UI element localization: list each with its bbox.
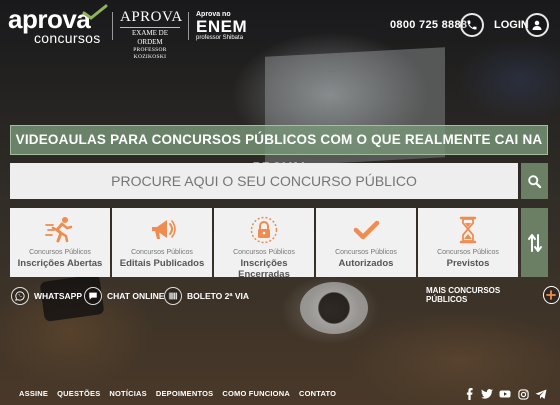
plus-icon <box>546 290 557 300</box>
aprova-exame-ordem-logo[interactable]: APROVA EXAME DE ORDEM PROFESSOR KOZIKOSK… <box>120 10 182 61</box>
card-previstos[interactable]: Concursos Públicos Previstos <box>418 208 518 277</box>
footer-link-noticias[interactable]: NOTÍCIAS <box>109 389 146 398</box>
phone-number[interactable]: 0800 725 8888 <box>390 19 467 31</box>
barcode-icon <box>168 292 178 300</box>
running-person-icon <box>45 217 73 243</box>
login-button[interactable] <box>525 13 549 37</box>
chat-online-link[interactable]: CHAT ONLINE <box>84 287 164 305</box>
boleto-link[interactable]: BOLETO 2ª VIA <box>164 287 249 305</box>
whatsapp-link[interactable]: WHATSAPP <box>11 287 82 305</box>
card-editais-publicados[interactable]: Concursos Públicos Editais Publicados <box>112 208 212 277</box>
checkmark-icon <box>353 220 380 240</box>
tagline-banner: VIDEOAULAS PARA CONCURSOS PÚBLICOS COM O… <box>10 125 548 175</box>
search-button[interactable] <box>521 163 548 199</box>
swap-vertical-icon <box>527 233 542 252</box>
social-links <box>463 388 547 400</box>
twitter-icon[interactable] <box>481 388 493 400</box>
instagram-icon[interactable] <box>517 388 529 400</box>
footer-nav-bar: ASSINE QUESTÕES NOTÍCIAS DEPOIMENTOS COM… <box>0 382 560 405</box>
footer-link-questoes[interactable]: QUESTÕES <box>57 389 100 398</box>
footer-link-assine[interactable]: ASSINE <box>19 389 48 398</box>
telegram-icon[interactable] <box>535 388 547 400</box>
more-concursos-link[interactable]: MAIS CONCURSOS PÚBLICOS <box>426 286 560 304</box>
logo-sub: concursos <box>34 30 101 46</box>
whatsapp-icon <box>15 291 25 301</box>
search-input[interactable] <box>10 163 518 199</box>
footer-link-depoimentos[interactable]: DEPOIMENTOS <box>156 389 214 398</box>
megaphone-icon <box>152 220 176 239</box>
search-icon <box>528 174 542 188</box>
site-header: aprova concursos APROVA EXAME DE ORDEM P… <box>0 0 560 60</box>
user-icon <box>532 20 542 30</box>
cards-scroll-button[interactable] <box>521 208 548 277</box>
footer-link-como-funciona[interactable]: COMO FUNCIONA <box>222 389 290 398</box>
footer-link-contato[interactable]: CONTATO <box>299 389 336 398</box>
phone-button[interactable] <box>460 13 484 37</box>
card-inscricoes-encerradas[interactable]: Concursos Públicos Inscrições Encerradas <box>214 208 314 280</box>
card-autorizados[interactable]: Concursos Públicos Autorizados <box>316 208 416 277</box>
login-link[interactable]: LOGIN <box>494 19 529 31</box>
chat-bubble-icon <box>89 292 97 300</box>
aprova-concursos-logo[interactable]: aprova concursos <box>8 4 108 46</box>
aprova-no-enem-logo[interactable]: Aprova no ENEM professor Shibata <box>196 11 247 42</box>
youtube-icon[interactable] <box>499 388 511 400</box>
phone-icon <box>467 20 477 30</box>
padlock-icon <box>250 216 278 244</box>
footer-links: ASSINE QUESTÕES NOTÍCIAS DEPOIMENTOS COM… <box>19 389 336 398</box>
facebook-icon[interactable] <box>463 388 475 400</box>
card-inscricoes-abertas[interactable]: Concursos Públicos Inscrições Abertas <box>10 208 110 277</box>
logo-check-icon <box>82 4 108 20</box>
hourglass-icon <box>459 216 477 244</box>
